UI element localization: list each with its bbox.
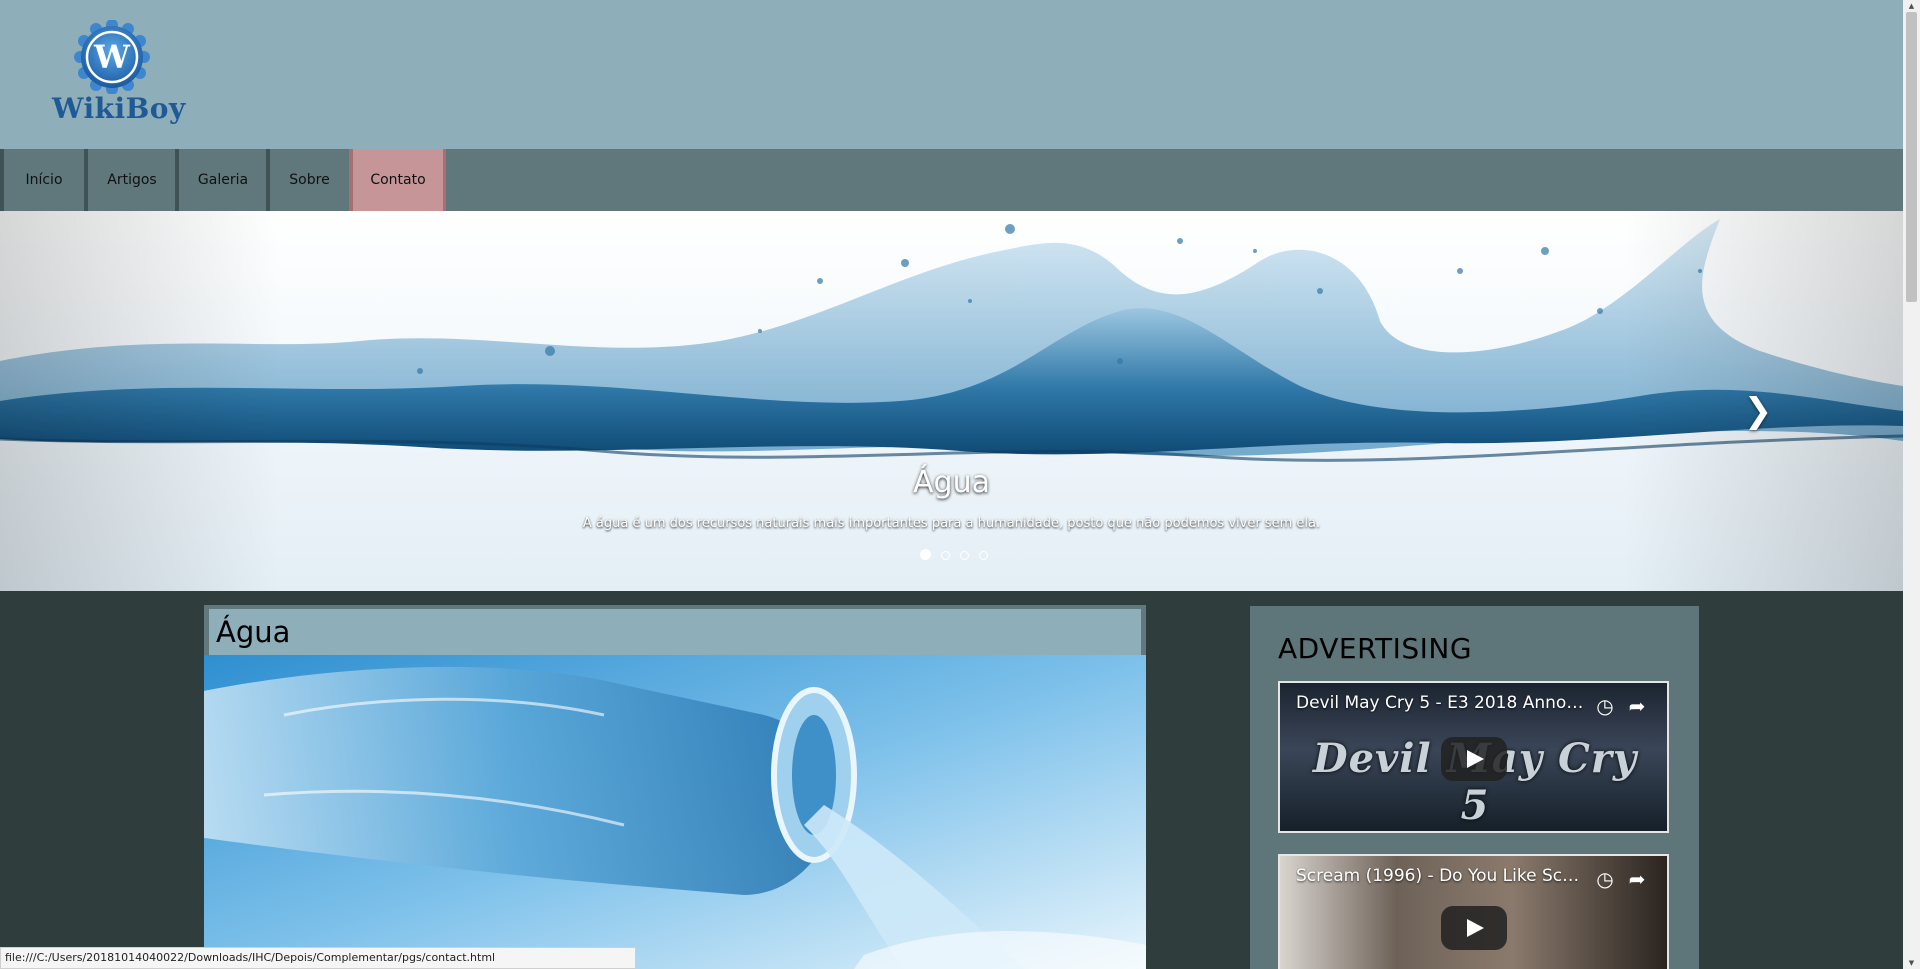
water-bottle-image [204, 655, 1146, 969]
browser-status-bar: file:///C:/Users/20181014040022/Download… [0, 947, 636, 969]
nav-item-inicio[interactable]: Início [0, 149, 84, 211]
article-title-bar: Água [209, 609, 1141, 657]
carousel-caption-title: Água [913, 465, 990, 500]
video-title[interactable]: Devil May Cry 5 - E3 2018 Announ... [1296, 693, 1586, 713]
nav-item-artigos[interactable]: Artigos [84, 149, 176, 211]
logo-emblem: W [74, 20, 150, 94]
carousel-caption-text: A água é um dos recursos naturais mais i… [582, 516, 1321, 531]
site-name: WikiBoy [52, 92, 186, 125]
water-splash-image [0, 219, 1903, 462]
share-icon[interactable]: ➦ [1624, 693, 1650, 719]
carousel-indicators [920, 545, 993, 560]
article-card: Água [204, 605, 1146, 969]
watch-later-icon[interactable]: ◷ [1592, 866, 1618, 892]
scroll-thumb[interactable] [1906, 12, 1917, 302]
main-nav: Início Artigos Galeria Sobre Contato [0, 149, 1903, 211]
scroll-up-arrow-icon[interactable]: ▲ [1903, 0, 1920, 12]
watch-later-icon[interactable]: ◷ [1592, 693, 1618, 719]
page-scrollbar[interactable]: ▲ ▼ [1903, 0, 1920, 969]
scroll-down-arrow-icon[interactable]: ▼ [1903, 957, 1920, 969]
site-header: W WikiBoy [0, 0, 1903, 149]
video-embed-devil-may-cry[interactable]: Devil May Cry 5 Devil May Cry 5 - E3 201… [1278, 681, 1669, 833]
nav-item-galeria[interactable]: Galeria [175, 149, 267, 211]
carousel-shade-left [0, 211, 280, 591]
site-logo[interactable]: W WikiBoy [52, 20, 186, 132]
sidebar-title: ADVERTISING [1278, 632, 1473, 665]
article-title: Água [216, 615, 291, 649]
hero-carousel: Água A água é um dos recursos naturais m… [0, 211, 1903, 591]
video-embed-scream[interactable]: Scream (1996) - Do You Like Scary... ◷ ➦ [1278, 854, 1669, 969]
play-icon[interactable] [1441, 737, 1507, 781]
chevron-right-icon[interactable]: ❯ [1743, 391, 1773, 431]
video-title[interactable]: Scream (1996) - Do You Like Scary... [1296, 866, 1586, 886]
logo-letter: W [93, 38, 131, 76]
nav-item-sobre[interactable]: Sobre [266, 149, 349, 211]
advertising-sidebar: ADVERTISING Devil May Cry 5 Devil May Cr… [1250, 606, 1699, 969]
share-icon[interactable]: ➦ [1624, 866, 1650, 892]
carousel-indicator-1[interactable] [920, 549, 931, 560]
play-icon[interactable] [1441, 906, 1507, 950]
nav-item-contato[interactable]: Contato [349, 149, 446, 211]
